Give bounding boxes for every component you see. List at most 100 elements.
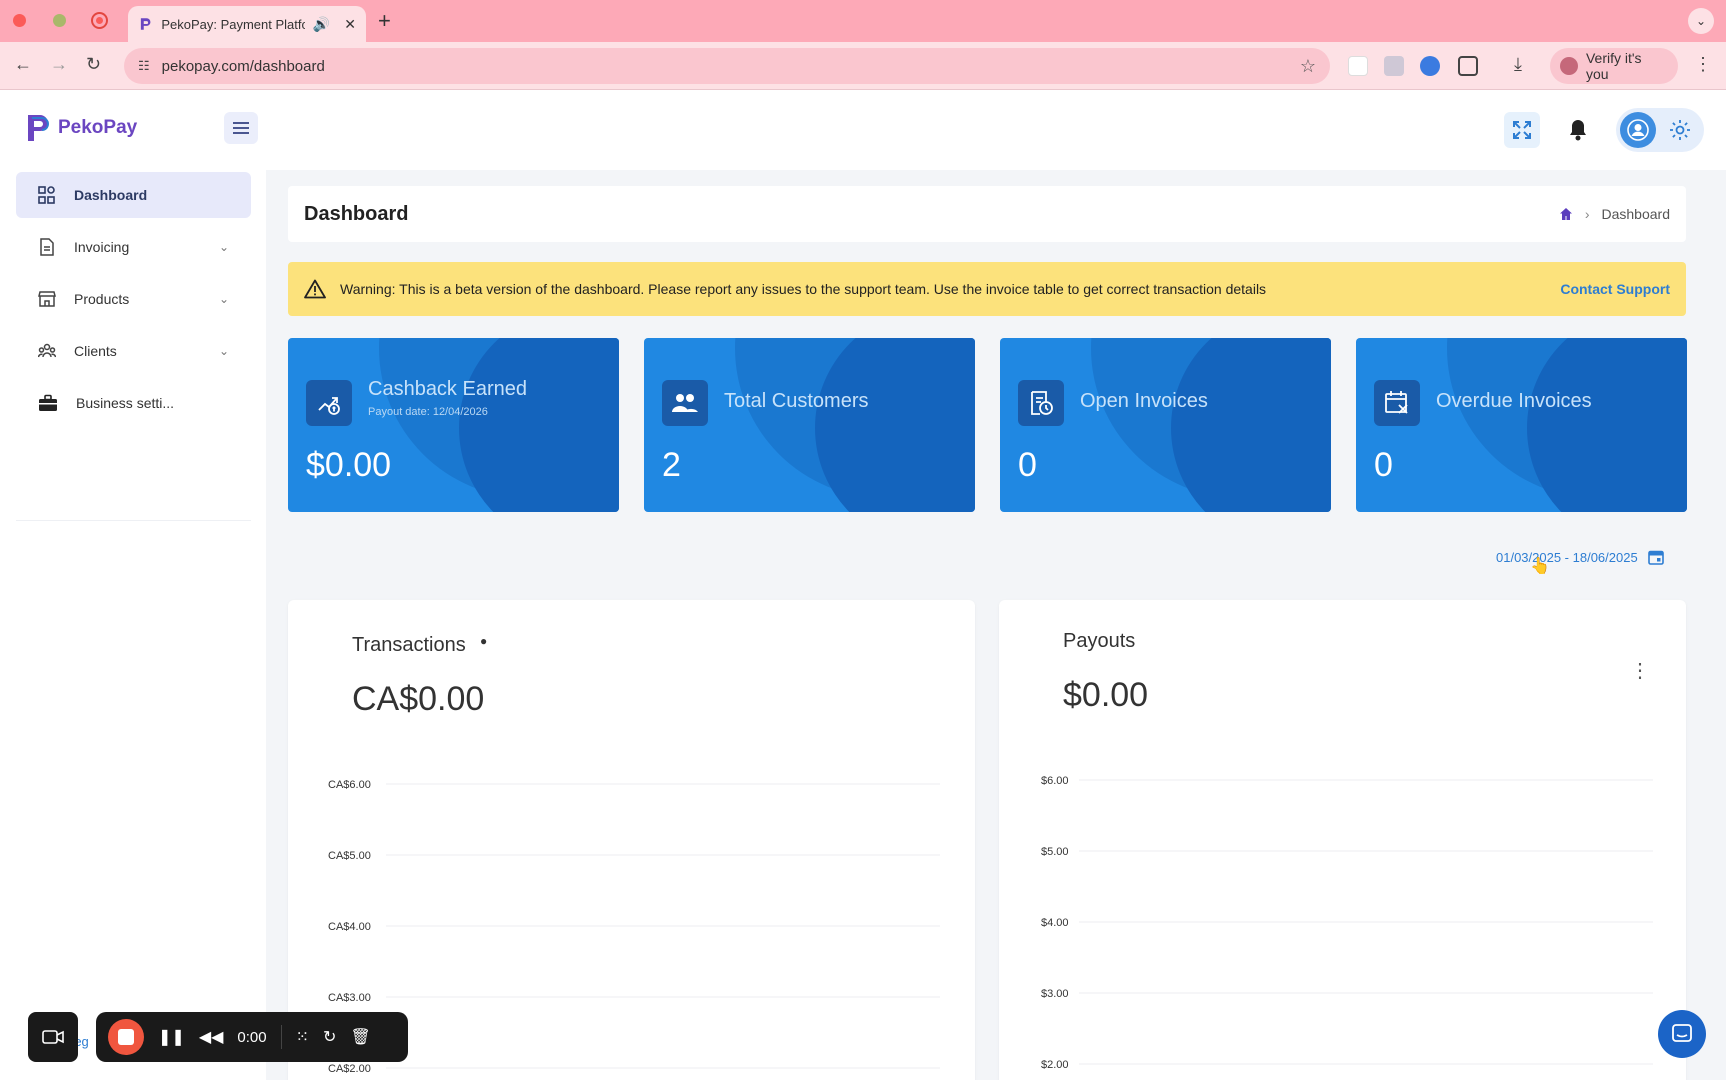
stat-card-customers[interactable]: Total Customers 2 (644, 338, 975, 512)
y-tick-label: CA$2.00 (328, 1063, 371, 1075)
sidebar-item-dashboard[interactable]: Dashboard (16, 172, 251, 218)
sidebar-item-invoicing[interactable]: Invoicing ⌄ (16, 224, 251, 270)
chevron-down-icon: ⌄ (218, 344, 229, 358)
support-chat-button[interactable] (1658, 1010, 1706, 1058)
page-header: Dashboard › Dashboard (288, 186, 1686, 242)
window-minimize-button[interactable] (53, 14, 66, 27)
fullscreen-button[interactable] (1504, 112, 1540, 148)
invoice-icon (40, 238, 54, 256)
recorder-divider (280, 1025, 282, 1049)
payouts-chart: $6.00 $5.00 $4.00 $3.00 $2.00 (1041, 775, 1653, 1071)
warning-triangle-icon (304, 279, 326, 299)
stat-card-overdue-invoices[interactable]: Overdue Invoices 0 (1356, 338, 1687, 512)
window-record-button[interactable] (93, 14, 106, 27)
window-close-button[interactable] (13, 14, 26, 27)
sidebar-divider (16, 520, 251, 521)
card-decoration (459, 338, 619, 512)
stat-label: Total Customers (724, 390, 869, 412)
extensions-puzzle-icon[interactable] (1458, 56, 1478, 76)
calendar-icon (1647, 550, 1664, 565)
y-tick-label: CA$5.00 (328, 850, 371, 862)
people-icon (38, 343, 56, 358)
stat-icon-box (662, 380, 708, 426)
y-tick-label: $2.00 (1041, 1059, 1069, 1071)
chevron-down-icon: ⌄ (218, 292, 229, 306)
gear-icon[interactable] (1668, 118, 1692, 142)
bookmark-star-icon[interactable]: ☆ (1300, 56, 1316, 77)
sidebar-item-business-settings[interactable]: Business setti... (16, 380, 251, 426)
url-text[interactable]: pekopay.com/dashboard (162, 58, 1300, 75)
video-camera-icon (42, 1030, 64, 1044)
stop-recording-button[interactable] (108, 1019, 144, 1055)
pause-icon[interactable]: ❚❚ (158, 1027, 185, 1047)
avatar[interactable] (1620, 112, 1656, 148)
stat-icon-box (1374, 380, 1420, 426)
y-tick-label: $6.00 (1041, 775, 1069, 787)
speaker-icon[interactable]: 🔊 (313, 16, 330, 33)
rewind-icon[interactable]: ◀◀ (199, 1027, 224, 1047)
overdue-calendar-icon (1385, 391, 1408, 414)
sidebar-item-label: Dashboard (74, 187, 148, 203)
mouse-pointer-icon: 👆 (1530, 558, 1550, 575)
restart-icon[interactable]: ↻ (323, 1027, 336, 1047)
y-tick-label: $5.00 (1041, 846, 1069, 858)
y-tick-label: $3.00 (1041, 988, 1069, 1000)
grid-dots-icon[interactable]: ⁙ (296, 1027, 309, 1047)
contact-support-link[interactable]: Contact Support (1560, 281, 1670, 297)
trash-icon[interactable]: 🗑 (350, 1027, 370, 1047)
breadcrumb-current: Dashboard (1601, 206, 1671, 222)
hamburger-icon (233, 122, 249, 134)
user-icon (1627, 119, 1649, 141)
extension-icon[interactable] (1348, 56, 1368, 76)
tab-search-chevron-icon[interactable]: ⌄ (1688, 8, 1714, 34)
y-tick-label: CA$3.00 (328, 992, 371, 1004)
sidebar-toggle-button[interactable] (224, 112, 258, 144)
stat-value: 0 (1018, 446, 1037, 484)
stat-icon-box (306, 380, 352, 426)
breadcrumb-separator-icon: › (1584, 206, 1590, 222)
sidebar-item-products[interactable]: Products ⌄ (16, 276, 251, 322)
browser-menu-icon[interactable]: ⋮ (1694, 54, 1712, 75)
sidebar: Dashboard Invoicing ⌄ Products ⌄ Clients… (0, 170, 266, 1080)
page-title: Dashboard (304, 202, 409, 225)
stat-card-cashback[interactable]: Cashback Earned Payout date: 12/04/2026 … (288, 338, 619, 512)
chat-icon (1672, 1024, 1692, 1042)
card-decoration (815, 338, 975, 512)
date-range-text: 01/03/2025 - 18/06/2025 (1496, 549, 1638, 565)
sidebar-item-clients[interactable]: Clients ⌄ (16, 328, 251, 374)
dashboard-icon (38, 186, 55, 204)
chevron-down-icon: ⌄ (218, 240, 229, 254)
site-settings-icon[interactable]: ☷ (138, 58, 150, 74)
address-bar[interactable]: ☷ pekopay.com/dashboard ☆ (124, 48, 1330, 84)
home-icon[interactable] (1559, 207, 1573, 221)
y-tick-label: CA$6.00 (328, 779, 371, 791)
new-tab-icon[interactable]: + (378, 8, 391, 34)
card-decoration (1171, 338, 1331, 512)
extension-icon[interactable] (1384, 56, 1404, 76)
tab-close-icon[interactable]: ✕ (344, 16, 356, 33)
open-invoice-icon (1031, 391, 1053, 415)
logo[interactable]: PekoPay (26, 112, 137, 144)
date-range-picker[interactable]: 01/03/2025 - 18/06/2025 (1496, 542, 1686, 572)
stat-sublabel: Payout date: 12/04/2026 (368, 406, 488, 418)
app-header: PekoPay (0, 90, 1726, 170)
stat-card-open-invoices[interactable]: Open Invoices 0 (1000, 338, 1331, 512)
forward-arrow-icon[interactable]: → (50, 54, 68, 75)
sidebar-item-label: Clients (74, 343, 117, 359)
transactions-chart: CA$6.00 CA$5.00 CA$4.00 CA$3.00 CA$2.00 (328, 779, 940, 1075)
camera-toggle-button[interactable] (28, 1012, 78, 1062)
browser-tab[interactable]: PekoPay: Payment Platform 🔊 ✕ (128, 6, 366, 42)
back-arrow-icon[interactable]: ← (14, 54, 32, 75)
sidebar-item-label: Business setti... (76, 395, 175, 411)
extension-icon[interactable] (1420, 56, 1440, 76)
notifications-button[interactable] (1560, 112, 1596, 148)
y-tick-label: $4.00 (1041, 917, 1069, 929)
pekopay-logo-icon (28, 115, 49, 141)
verify-profile-button[interactable]: Verify it's you (1550, 48, 1678, 84)
reload-icon[interactable]: ↻ (86, 54, 101, 75)
user-menu[interactable] (1616, 108, 1704, 152)
screen-recorder-bar: ❚❚ ◀◀ 0:00 ⁙ ↻ 🗑 (96, 1012, 408, 1062)
fullscreen-icon (1513, 121, 1531, 139)
download-icon[interactable]: ⤓ (1514, 54, 1522, 75)
browser-toolbar: ← → ↻ ☷ pekopay.com/dashboard ☆ ⤓ Verify… (0, 42, 1726, 90)
